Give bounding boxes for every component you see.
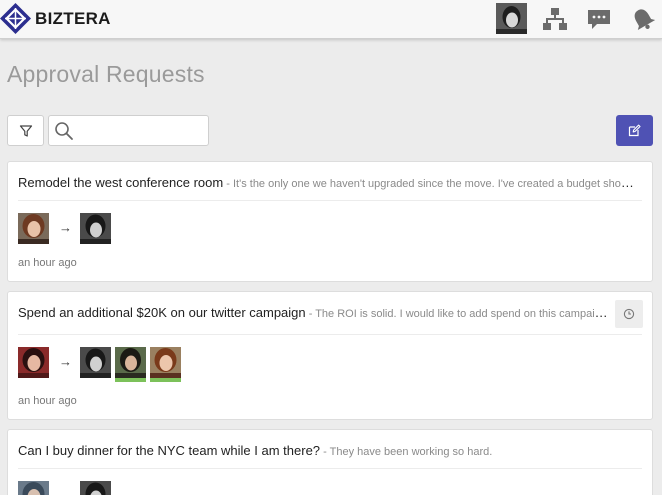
request-time: an hour ago [18,257,77,269]
biztera-logo[interactable] [0,3,31,34]
clock-icon [623,308,635,320]
request-card[interactable]: Can I buy dinner for the NYC team while … [7,429,653,495]
filter-button[interactable] [7,115,44,146]
request-card[interactable]: Remodel the west conference room - It's … [7,161,653,282]
search-input[interactable] [77,120,205,142]
filter-icon [19,125,33,137]
request-description: - It's the only one we haven't upgraded … [223,178,638,190]
card-divider [18,468,642,469]
requester-avatar [18,347,49,378]
request-title[interactable]: Remodel the west conference room - It's … [18,175,638,190]
arrow-right-icon: → [59,220,72,235]
request-time: an hour ago [18,395,77,407]
requester-avatar [18,213,49,244]
chat-icon[interactable] [586,6,612,32]
approver-avatar-approved [115,347,146,382]
search-box[interactable] [48,115,209,146]
new-request-button[interactable] [616,115,653,146]
requester-avatar [18,481,49,495]
card-divider [18,334,642,335]
arrow-right-icon: → [59,488,72,495]
compose-icon [628,124,641,137]
user-avatar[interactable] [496,3,527,34]
pending-status-button[interactable] [615,300,643,328]
request-subject: Remodel the west conference room [18,175,224,190]
approver-avatar [80,481,111,495]
request-subject: Spend an additional $20K on our twitter … [18,305,306,320]
search-icon [55,122,73,140]
page-title: Approval Requests [7,61,205,87]
request-title[interactable]: Can I buy dinner for the NYC team while … [18,443,638,458]
request-subject: Can I buy dinner for the NYC team while … [18,443,321,458]
org-chart-icon[interactable] [542,6,568,32]
request-title[interactable]: Spend an additional $20K on our twitter … [18,305,610,320]
bell-icon[interactable] [630,6,656,32]
request-description: - The ROI is solid. I would like to add … [305,308,610,320]
request-card[interactable]: Spend an additional $20K on our twitter … [7,291,653,420]
request-description: - They have been working so hard. [320,446,493,458]
arrow-right-icon: → [59,354,72,369]
approver-avatar-approved [150,347,181,382]
card-divider [18,200,642,201]
top-bar: BIZTERA [0,0,662,39]
approver-avatar [80,213,111,244]
approver-avatar [80,347,111,378]
brand-name[interactable]: BIZTERA [35,9,111,29]
